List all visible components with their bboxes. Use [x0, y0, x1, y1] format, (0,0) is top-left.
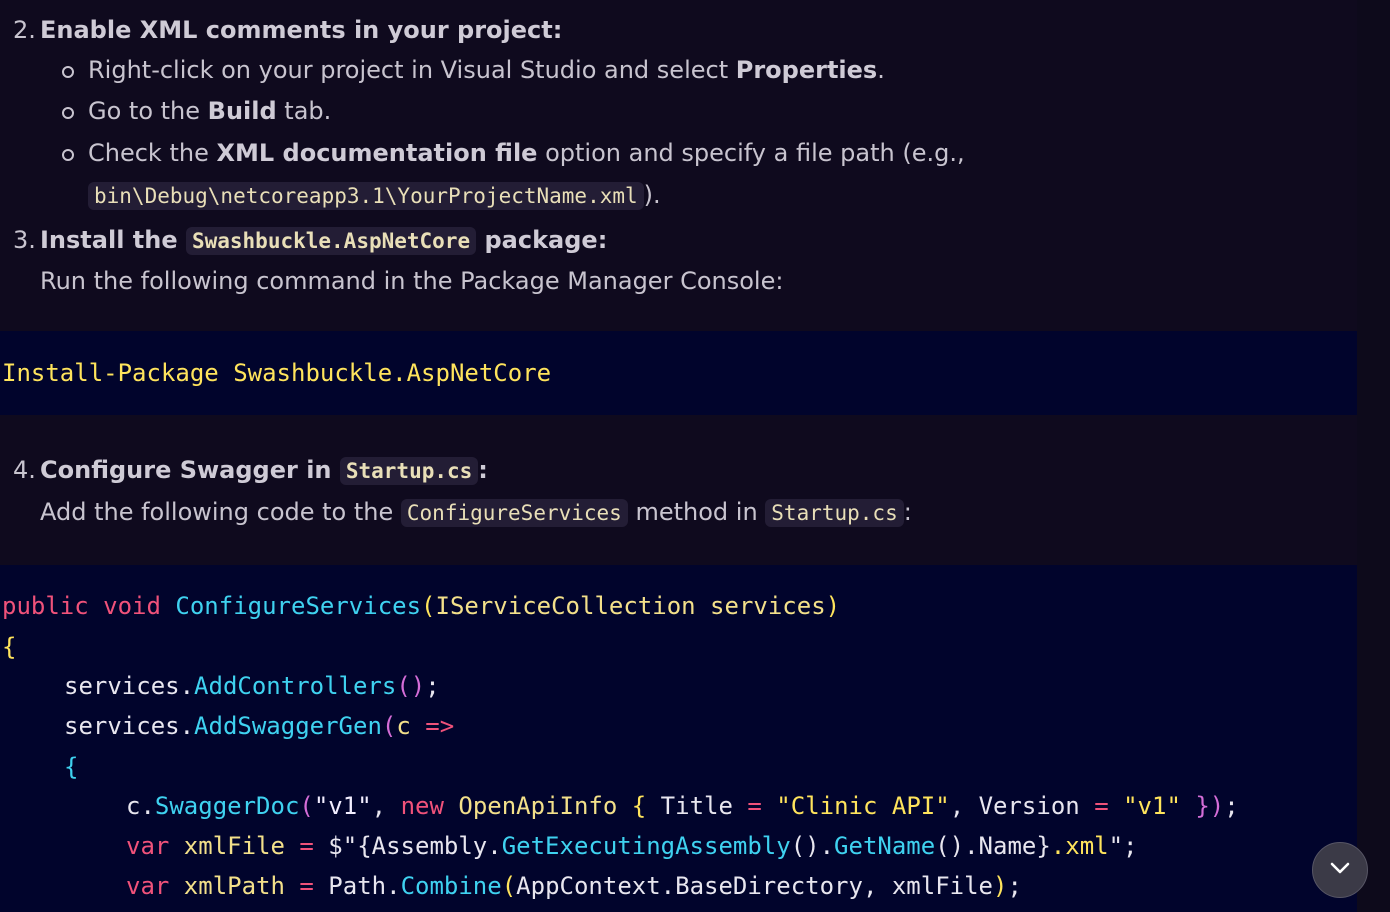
scrollbar-track[interactable]: [1357, 0, 1390, 912]
inline-code: ConfigureServices: [400, 499, 628, 527]
step-title: Enable XML comments in your project:: [40, 16, 563, 44]
code-line-2: {: [2, 633, 17, 661]
step-title: Configure Swagger in Startup.cs:: [40, 456, 488, 485]
step-number: 4.: [13, 456, 36, 484]
list-item-continued: bin\Debug\netcoreapp3.1\YourProjectName.…: [88, 179, 661, 212]
bullet-icon: [62, 107, 74, 119]
code-block-command[interactable]: Install-Package Swashbuckle.AspNetCore: [0, 331, 1357, 415]
list-item: Right-click on your project in Visual St…: [88, 56, 885, 84]
step-title: Install the Swashbuckle.AspNetCore packa…: [40, 226, 608, 255]
code-line-4: services.AddSwaggerGen(c =>: [64, 712, 455, 740]
code-line-8: var xmlPath = Path.Combine(AppContext.Ba…: [126, 872, 1022, 900]
code-line-6: c.SwaggerDoc("v1", new OpenApiInfo { Tit…: [126, 792, 1239, 820]
code-line-3: services.AddControllers();: [64, 672, 440, 700]
code-line: Install-Package Swashbuckle.AspNetCore: [2, 359, 552, 387]
code-line-1: public void ConfigureServices(IServiceCo…: [2, 592, 841, 620]
list-item: Go to the Build tab.: [88, 97, 332, 125]
list-item: Check the XML documentation file option …: [88, 139, 965, 167]
inline-code: bin\Debug\netcoreapp3.1\YourProjectName.…: [88, 182, 644, 210]
step-number: 2.: [13, 16, 36, 44]
bullet-icon: [62, 149, 74, 161]
code-block-configure-services[interactable]: public void ConfigureServices(IServiceCo…: [0, 565, 1357, 912]
scroll-to-bottom-button[interactable]: [1312, 842, 1368, 898]
code-line-5: {: [64, 753, 79, 781]
inline-code: Startup.cs: [765, 499, 904, 527]
inline-code: Startup.cs: [339, 457, 479, 485]
step-description: Run the following command in the Package…: [40, 267, 784, 295]
chevron-down-icon: [1328, 856, 1352, 884]
step-number: 3.: [13, 226, 36, 254]
inline-code: Swashbuckle.AspNetCore: [185, 227, 477, 255]
bullet-icon: [62, 66, 74, 78]
step-description: Add the following code to the ConfigureS…: [40, 498, 912, 527]
code-line-7: var xmlFile = $"{Assembly.GetExecutingAs…: [126, 832, 1138, 860]
